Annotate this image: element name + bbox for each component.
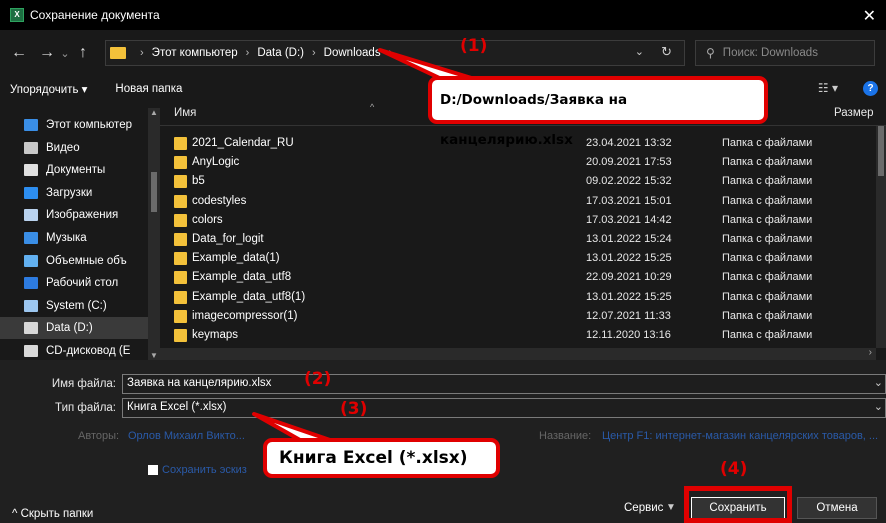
- annotation-number-3: (3): [340, 399, 368, 419]
- annotation-number-1: (1): [460, 36, 488, 56]
- path-callout: D:/Downloads/Заявка на канцелярию.xlsx: [428, 76, 768, 148]
- annotation-number-4: (4): [720, 459, 748, 479]
- annotation-number-2: (2): [304, 369, 332, 389]
- filetype-callout: Книга Excel (*.xlsx): [263, 438, 500, 478]
- save-button-highlight: [684, 486, 792, 523]
